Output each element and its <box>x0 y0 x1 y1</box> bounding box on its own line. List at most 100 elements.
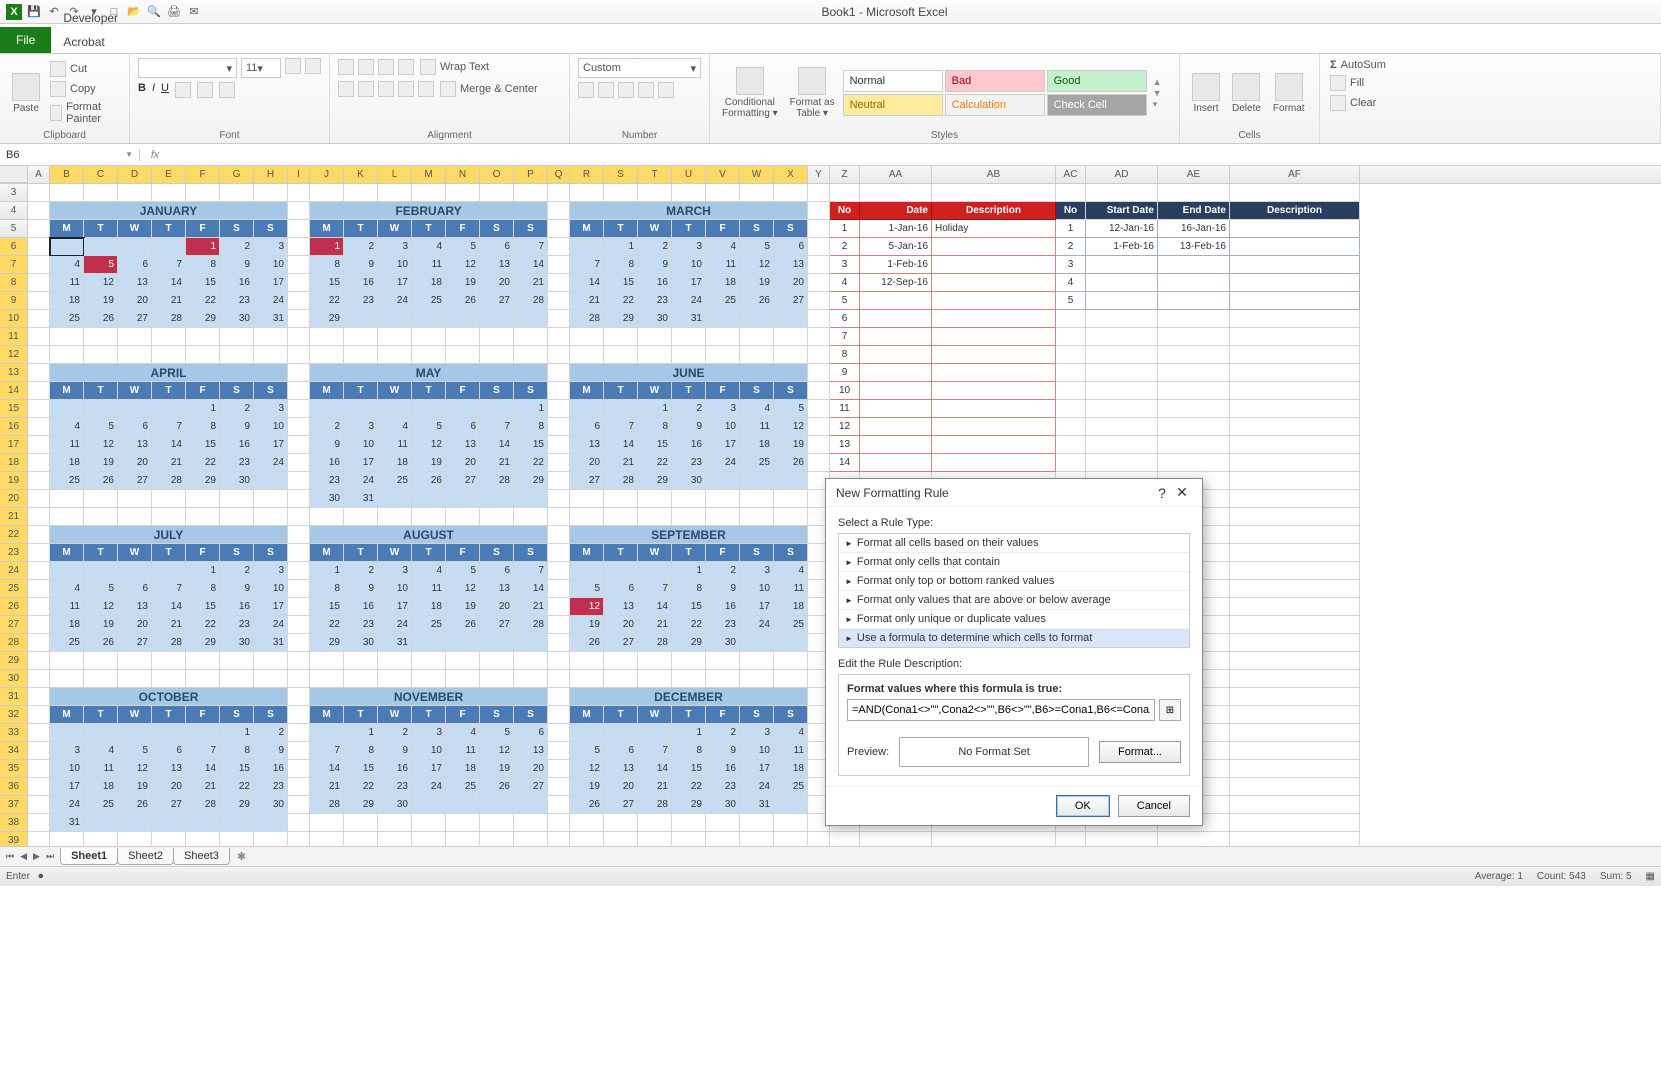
cell[interactable]: S <box>774 382 808 400</box>
cell[interactable]: S <box>480 382 514 400</box>
cell[interactable]: F <box>706 220 740 238</box>
cell[interactable] <box>808 238 830 256</box>
cell[interactable] <box>84 238 118 256</box>
column-header[interactable]: W <box>740 166 774 183</box>
cell[interactable]: 24 <box>672 292 706 310</box>
cell[interactable]: 25 <box>774 616 808 634</box>
cell[interactable] <box>932 184 1056 202</box>
row-header[interactable]: 28 <box>0 634 28 652</box>
cell[interactable] <box>774 634 808 652</box>
cell[interactable] <box>1230 292 1360 310</box>
paste-button[interactable]: Paste <box>8 71 44 116</box>
cell[interactable]: 9 <box>378 742 412 760</box>
cell[interactable]: 21 <box>638 616 672 634</box>
cell[interactable] <box>932 346 1056 364</box>
cell[interactable]: 26 <box>412 472 446 490</box>
cell[interactable] <box>412 634 446 652</box>
cell[interactable]: T <box>84 382 118 400</box>
fill-color-icon[interactable] <box>197 82 213 98</box>
cell[interactable] <box>604 328 638 346</box>
cell[interactable]: 17 <box>672 274 706 292</box>
cell[interactable] <box>186 814 220 832</box>
cell[interactable] <box>1230 418 1360 436</box>
delete-cells-button[interactable]: Delete <box>1228 71 1265 116</box>
cell[interactable]: W <box>378 706 412 724</box>
cell[interactable] <box>548 814 570 832</box>
cell[interactable] <box>604 184 638 202</box>
cell[interactable] <box>706 490 740 508</box>
cell[interactable]: 7 <box>310 742 344 760</box>
cell[interactable]: AUGUST <box>310 526 548 544</box>
cell[interactable]: 18 <box>774 760 808 778</box>
cell[interactable] <box>740 670 774 688</box>
cell[interactable]: 19 <box>480 760 514 778</box>
column-header[interactable]: R <box>570 166 604 183</box>
cell[interactable] <box>548 544 570 562</box>
cell[interactable] <box>548 202 570 220</box>
cell[interactable]: 28 <box>152 634 186 652</box>
cell[interactable] <box>254 652 288 670</box>
cell[interactable]: 11 <box>706 256 740 274</box>
cell[interactable]: 12 <box>740 256 774 274</box>
cell[interactable] <box>570 724 604 742</box>
cell[interactable] <box>186 490 220 508</box>
cell[interactable] <box>932 832 1056 846</box>
cell[interactable] <box>808 256 830 274</box>
cell[interactable] <box>774 184 808 202</box>
cell[interactable] <box>860 832 932 846</box>
cancel-button[interactable]: Cancel <box>1118 795 1190 817</box>
row-header[interactable]: 17 <box>0 436 28 454</box>
cell[interactable]: 10 <box>378 256 412 274</box>
cell[interactable] <box>860 328 932 346</box>
cell[interactable]: 10 <box>344 436 378 454</box>
cell[interactable] <box>1086 346 1158 364</box>
cell[interactable]: 13 <box>118 274 152 292</box>
cell[interactable]: 3 <box>412 724 446 742</box>
cell[interactable] <box>740 328 774 346</box>
cell-styles-gallery[interactable]: Normal Bad Good Neutral Calculation Chec… <box>843 70 1147 116</box>
cell[interactable]: 5 <box>446 238 480 256</box>
cell[interactable]: T <box>672 544 706 562</box>
cell[interactable] <box>548 436 570 454</box>
cell[interactable] <box>548 616 570 634</box>
row-header[interactable]: 11 <box>0 328 28 346</box>
cell[interactable]: 28 <box>310 796 344 814</box>
cell[interactable]: 7 <box>152 580 186 598</box>
style-normal[interactable]: Normal <box>843 70 943 92</box>
row-header[interactable]: 16 <box>0 418 28 436</box>
cell[interactable]: 25 <box>412 616 446 634</box>
cell[interactable] <box>808 418 830 436</box>
cell[interactable] <box>830 832 860 846</box>
cell[interactable] <box>548 796 570 814</box>
cell[interactable] <box>774 670 808 688</box>
cell[interactable]: 7 <box>638 742 672 760</box>
cell[interactable]: 18 <box>740 436 774 454</box>
cell[interactable]: 30 <box>310 490 344 508</box>
cell[interactable] <box>672 652 706 670</box>
cell[interactable] <box>28 688 50 706</box>
cell[interactable] <box>638 508 672 526</box>
cell[interactable] <box>1158 364 1230 382</box>
cell[interactable] <box>514 310 548 328</box>
cell[interactable] <box>378 400 412 418</box>
cell[interactable]: FEBRUARY <box>310 202 548 220</box>
cell[interactable] <box>740 814 774 832</box>
cell[interactable]: 31 <box>50 814 84 832</box>
cell[interactable]: 24 <box>378 292 412 310</box>
cell[interactable] <box>412 832 446 846</box>
cell[interactable] <box>932 328 1056 346</box>
cell[interactable]: 16-Jan-16 <box>1158 220 1230 238</box>
cell[interactable] <box>50 562 84 580</box>
macro-record-icon[interactable]: ⏺ <box>38 871 43 882</box>
cell[interactable] <box>604 652 638 670</box>
cell[interactable] <box>514 346 548 364</box>
indent-inc-icon[interactable] <box>418 81 434 97</box>
row-header[interactable]: 8 <box>0 274 28 292</box>
cell[interactable] <box>28 382 50 400</box>
cell[interactable] <box>1230 310 1360 328</box>
cell[interactable]: T <box>84 544 118 562</box>
cell[interactable]: 24 <box>378 616 412 634</box>
cell[interactable] <box>860 382 932 400</box>
cell[interactable] <box>548 256 570 274</box>
column-header[interactable]: AE <box>1158 166 1230 183</box>
